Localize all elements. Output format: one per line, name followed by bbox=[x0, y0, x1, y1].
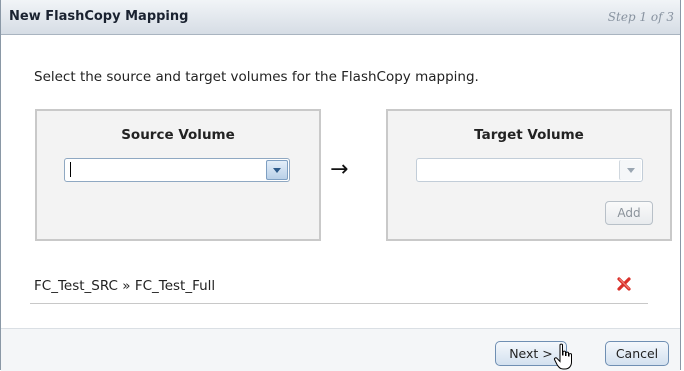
add-button[interactable]: Add bbox=[605, 201, 653, 225]
dialog-title: New FlashCopy Mapping bbox=[9, 9, 189, 24]
mapping-label: FC_Test_SRC » FC_Test_Full bbox=[34, 278, 216, 294]
mapping-row: FC_Test_SRC » FC_Test_Full bbox=[30, 276, 648, 304]
delete-mapping-icon[interactable] bbox=[616, 276, 632, 292]
instruction-text: Select the source and target volumes for… bbox=[34, 69, 479, 85]
step-indicator: Step 1 of 3 bbox=[607, 10, 674, 24]
chevron-down-icon bbox=[273, 167, 281, 173]
dialog-footer: Next > Cancel bbox=[1, 328, 680, 371]
dialog-titlebar: New FlashCopy Mapping Step 1 of 3 bbox=[1, 0, 680, 35]
source-volume-input[interactable] bbox=[67, 160, 263, 179]
target-volume-combobox[interactable] bbox=[416, 158, 643, 182]
target-dropdown-button[interactable] bbox=[619, 160, 641, 180]
text-cursor bbox=[70, 162, 71, 177]
source-volume-combobox[interactable] bbox=[64, 158, 290, 182]
source-dropdown-button[interactable] bbox=[266, 160, 288, 180]
cancel-button[interactable]: Cancel bbox=[605, 341, 669, 366]
flashcopy-dialog: New FlashCopy Mapping Step 1 of 3 Select… bbox=[0, 0, 681, 371]
target-volume-panel: Target Volume Add bbox=[386, 109, 672, 241]
target-volume-input[interactable] bbox=[419, 160, 615, 179]
source-volume-panel: Source Volume bbox=[35, 109, 321, 241]
source-volume-heading: Source Volume bbox=[121, 127, 235, 143]
right-arrow-icon: → bbox=[330, 157, 349, 182]
chevron-down-icon bbox=[626, 167, 635, 173]
next-button[interactable]: Next > bbox=[495, 341, 567, 366]
target-volume-heading: Target Volume bbox=[474, 127, 584, 143]
